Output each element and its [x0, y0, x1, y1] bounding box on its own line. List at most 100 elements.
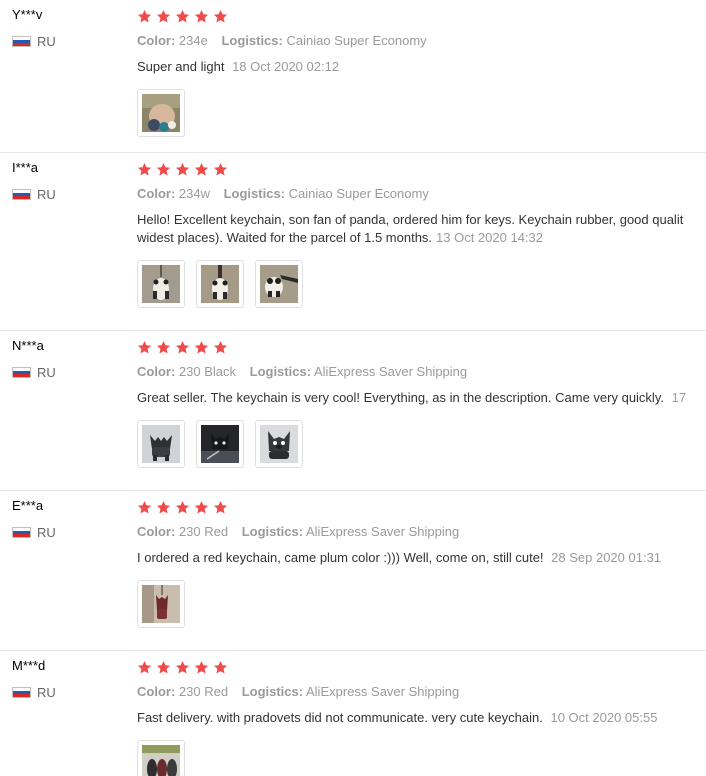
logistics-value: Cainiao Super Economy: [288, 186, 429, 201]
review-photo[interactable]: [137, 420, 185, 468]
order-info: Color: 230 Red Logistics: AliExpress Sav…: [137, 684, 706, 700]
reviewer-country: RU: [12, 364, 122, 380]
star-icon: [137, 340, 152, 355]
review-body: widest places). Waited for the parcel of…: [137, 230, 433, 245]
logistics-label: Logistics:: [241, 524, 304, 539]
star-icon: [156, 162, 171, 177]
reviewer-country: RU: [12, 33, 122, 49]
order-info: Color: 230 Black Logistics: AliExpress S…: [137, 364, 706, 380]
color-label: Color:: [137, 33, 176, 48]
star-icon: [213, 660, 228, 675]
star-icon: [137, 660, 152, 675]
review-photo[interactable]: [137, 740, 185, 776]
russia-flag-icon: [12, 366, 31, 378]
logistics-value: AliExpress Saver Shipping: [306, 524, 460, 539]
review-date: 17: [671, 390, 687, 405]
star-icon: [194, 340, 209, 355]
star-icon: [175, 340, 190, 355]
review-item: I***a RU Color: 234w Logistics: Cainiao …: [0, 153, 706, 331]
review-item: N***a RU Color: 230 Black Logistics: Ali…: [0, 331, 706, 491]
reviewer-info: N***a RU: [12, 338, 122, 380]
photo-panda-keychain: [201, 265, 239, 303]
star-icon: [213, 9, 228, 24]
russia-flag-icon: [12, 188, 31, 200]
photo-black-dog-keychain: [260, 425, 298, 463]
star-rating: [137, 160, 706, 178]
reviewer-name: E***a: [12, 498, 44, 513]
russia-flag-icon: [12, 686, 31, 698]
star-icon: [194, 162, 209, 177]
review-photo[interactable]: [196, 420, 244, 468]
star-icon: [137, 9, 152, 24]
photo-panda-keychain: [142, 265, 180, 303]
reviewer-info: M***d RU: [12, 658, 122, 700]
color-label: Color:: [137, 186, 176, 201]
photo-keychain-in-hand: [142, 94, 180, 132]
logistics-value: AliExpress Saver Shipping: [306, 684, 460, 699]
country-code: RU: [37, 524, 56, 540]
review-photos: [137, 420, 706, 468]
review-photo[interactable]: [196, 260, 244, 308]
star-icon: [213, 340, 228, 355]
reviewer-info: Y***v RU: [12, 7, 122, 49]
logistics-label: Logistics:: [241, 684, 304, 699]
star-icon: [156, 340, 171, 355]
review-content: Color: 234e Logistics: Cainiao Super Eco…: [137, 7, 706, 137]
review-item: Y***v RU Color: 234e Logistics: Cainiao …: [0, 0, 706, 153]
logistics-label: Logistics:: [223, 186, 286, 201]
review-content: Color: 234w Logistics: Cainiao Super Eco…: [137, 160, 706, 308]
reviewer-name: M***d: [12, 658, 46, 673]
star-icon: [213, 162, 228, 177]
reviewer-name: N***a: [12, 338, 44, 353]
country-code: RU: [37, 186, 56, 202]
star-icon: [194, 660, 209, 675]
review-text: I ordered a red keychain, came plum colo…: [137, 549, 706, 567]
color-value: 230 Red: [178, 684, 229, 699]
review-item: E***a RU Color: 230 Red Logistics: AliEx…: [0, 491, 706, 651]
review-date: 28 Sep 2020 01:31: [551, 550, 662, 565]
logistics-value: AliExpress Saver Shipping: [313, 364, 468, 379]
review-photo[interactable]: [255, 420, 303, 468]
russia-flag-icon: [12, 35, 31, 47]
reviewer-name: Y***v: [12, 7, 43, 22]
review-body-line-2: widest places). Waited for the parcel of…: [137, 229, 706, 247]
star-icon: [175, 660, 190, 675]
review-body: Great seller. The keychain is very cool!…: [137, 390, 664, 405]
photo-black-dog-keychain: [201, 425, 239, 463]
photo-black-dog-keychain: [142, 425, 180, 463]
star-icon: [194, 9, 209, 24]
reviewer-country: RU: [12, 186, 122, 202]
star-icon: [175, 500, 190, 515]
review-item: M***d RU Color: 230 Red Logistics: AliEx…: [0, 651, 706, 776]
review-date: 10 Oct 2020 05:55: [550, 710, 658, 725]
reviewer-country: RU: [12, 684, 122, 700]
review-text: Hello! Excellent keychain, son fan of pa…: [137, 211, 706, 247]
photo-plum-keychain: [142, 585, 180, 623]
review-content: Color: 230 Red Logistics: AliExpress Sav…: [137, 498, 706, 628]
star-icon: [175, 9, 190, 24]
russia-flag-icon: [12, 526, 31, 538]
color-label: Color:: [137, 684, 176, 699]
review-photo[interactable]: [255, 260, 303, 308]
star-icon: [137, 162, 152, 177]
reviewer-name: I***a: [12, 160, 39, 175]
review-photo[interactable]: [137, 580, 185, 628]
star-rating: [137, 658, 706, 676]
review-photos: [137, 580, 706, 628]
photo-keychains-on-hooks: [142, 745, 180, 776]
review-photo[interactable]: [137, 260, 185, 308]
review-photo[interactable]: [137, 89, 185, 137]
review-photos: [137, 260, 706, 308]
star-icon: [194, 500, 209, 515]
review-photos: [137, 89, 706, 137]
review-body-line: Hello! Excellent keychain, son fan of pa…: [137, 212, 684, 227]
logistics-label: Logistics:: [221, 33, 283, 48]
star-rating: [137, 338, 706, 356]
star-icon: [137, 500, 152, 515]
review-body: Fast delivery. with pradovets did not co…: [137, 710, 543, 725]
country-code: RU: [37, 364, 56, 380]
star-icon: [156, 9, 171, 24]
reviewer-info: I***a RU: [12, 160, 122, 202]
star-rating: [137, 7, 706, 25]
color-label: Color:: [137, 364, 176, 379]
